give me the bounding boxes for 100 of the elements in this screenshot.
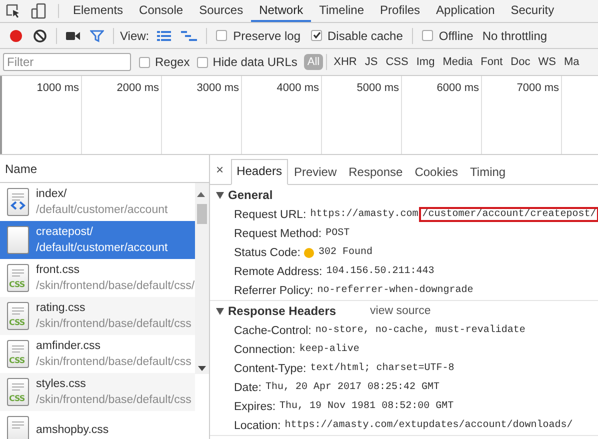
detail-tab[interactable]: Headers [230, 159, 288, 185]
request-path: /default/customer/account [36, 203, 168, 217]
throttling-dropdown[interactable]: No throttling [482, 28, 548, 42]
panel-tab[interactable]: Application [428, 0, 503, 22]
header-value: no-store, no-cache, must-revalidate [315, 325, 526, 336]
header-name: Date: [234, 382, 262, 394]
request-path: /skin/frontend/base/default/css [36, 317, 192, 331]
header-value: no-referrer-when-downgrade [317, 285, 474, 296]
detail-tab[interactable]: Timing [464, 160, 512, 185]
type-filter[interactable]: Img [413, 54, 438, 70]
header-name: Request URL: [234, 208, 306, 220]
header-value: https://amasty.com/extupdates/account/downloads/ [284, 420, 573, 431]
request-path: /skin/frontend/base/default/css [36, 393, 192, 407]
section-title[interactable]: Response Headers [228, 304, 336, 318]
request-row[interactable]: CSS styles.css /skin/frontend/base/default/css [0, 373, 195, 411]
type-filter[interactable]: Font [478, 54, 506, 70]
header-name: Cache-Control: [234, 324, 312, 336]
checkbox[interactable] [139, 56, 150, 68]
clear-icon[interactable] [33, 28, 47, 42]
checkbox-label: Offline [438, 28, 474, 42]
filter-icon[interactable] [90, 28, 104, 42]
scrollbar[interactable] [195, 183, 209, 374]
detail-tab[interactable]: Response [342, 160, 409, 185]
panel-tab[interactable]: Elements [65, 0, 132, 22]
header-name: Remote Address: [234, 266, 322, 278]
header-name: Content-Type: [234, 362, 306, 374]
timeline-tick: 2000 ms [116, 82, 159, 94]
request-name: amshopby.css [36, 423, 109, 437]
checkbox[interactable] [216, 30, 228, 41]
type-filter[interactable]: XHR [330, 54, 360, 70]
type-filter[interactable]: CSS [382, 54, 412, 70]
checkbox[interactable] [196, 56, 208, 68]
waterfall-icon[interactable] [181, 30, 198, 42]
view-source-link[interactable]: view source [370, 305, 431, 317]
timeline-tick: 4000 ms [276, 82, 319, 94]
timeline-tick: 5000 ms [356, 82, 399, 94]
timeline-tick: 6000 ms [436, 82, 479, 94]
scroll-up-icon[interactable] [197, 192, 205, 197]
checkbox[interactable] [310, 30, 322, 41]
css-file-icon: CSS [7, 302, 29, 330]
header-value: https://amasty.com [310, 209, 418, 220]
request-name: createpost/ [36, 225, 94, 239]
request-name: front.css [36, 263, 80, 277]
header-value: 104.156.50.211:443 [326, 266, 434, 277]
header-name: Connection: [234, 344, 296, 356]
request-path: /default/customer/account [36, 241, 168, 255]
css-file-icon [7, 416, 29, 439]
timeline-tick: 1000 ms [36, 82, 79, 94]
highlighted-url-path: /customer/account/createpost/ [421, 209, 598, 220]
request-path: /skin/frontend/base/default/css/ [36, 279, 195, 293]
checkbox-label: Disable cache [328, 28, 403, 42]
header-value: 302 Found [318, 247, 372, 258]
request-path: /skin/frontend/base/default/css [36, 355, 192, 369]
request-row[interactable]: CSS rating.css /skin/frontend/base/default/css [0, 297, 195, 335]
type-filter[interactable]: JS [362, 54, 381, 70]
list-view-icon[interactable] [157, 30, 172, 42]
panel-tab[interactable]: Sources [191, 0, 252, 22]
inspect-icon[interactable] [5, 3, 21, 19]
header-value: Thu, 19 Nov 1981 08:52:00 GMT [280, 401, 454, 412]
detail-tab[interactable]: Preview [288, 160, 343, 185]
request-name: styles.css [36, 377, 87, 391]
header-name: Status Code: [234, 246, 300, 258]
type-filter[interactable]: Ma [560, 54, 582, 70]
device-icon[interactable] [31, 3, 47, 19]
request-row[interactable]: createpost/ /default/customer/account [0, 221, 195, 259]
record-icon[interactable] [9, 28, 23, 42]
header-name: Request Method: [234, 228, 322, 240]
html-file-icon [7, 188, 29, 216]
column-header[interactable]: Name [5, 162, 38, 176]
request-name: index/ [36, 187, 68, 201]
checkbox-label: Preserve log [233, 28, 301, 42]
section-title[interactable]: General [228, 188, 273, 202]
panel-tab[interactable]: Console [131, 0, 192, 22]
header-name: Location: [234, 420, 281, 432]
disclosure-triangle-icon[interactable] [216, 308, 224, 314]
checkbox-label: Regex [155, 55, 190, 69]
filter-field[interactable]: Filter [3, 53, 131, 71]
panel-tab[interactable]: Security [502, 0, 562, 22]
checkbox[interactable] [422, 30, 433, 41]
timeline-tick: 3000 ms [196, 82, 239, 94]
type-filter[interactable]: WS [535, 54, 559, 70]
close-button[interactable]: × [214, 162, 226, 177]
disclosure-triangle-icon[interactable] [216, 192, 224, 198]
type-filter[interactable]: Media [440, 54, 476, 70]
checkbox-label: Hide data URLs [212, 55, 298, 69]
request-name: amfinder.css [36, 339, 102, 353]
css-file-icon: CSS [7, 378, 29, 406]
detail-tab[interactable]: Cookies [408, 160, 464, 185]
header-value: text/html; charset=UTF-8 [310, 363, 454, 374]
scroll-down-icon[interactable] [198, 366, 206, 371]
camera-icon[interactable] [66, 30, 80, 40]
css-file-icon: CSS [7, 340, 29, 368]
panel-tab[interactable]: Timeline [311, 0, 372, 22]
type-filter[interactable]: Doc [508, 54, 534, 70]
css-file-icon: CSS [7, 264, 29, 292]
panel-tab[interactable]: Profiles [372, 0, 428, 22]
header-name: Expires: [234, 400, 276, 412]
scrollbar-thumb[interactable] [197, 204, 207, 224]
header-name: Referrer Policy: [234, 284, 314, 296]
header-value: POST [326, 228, 350, 239]
